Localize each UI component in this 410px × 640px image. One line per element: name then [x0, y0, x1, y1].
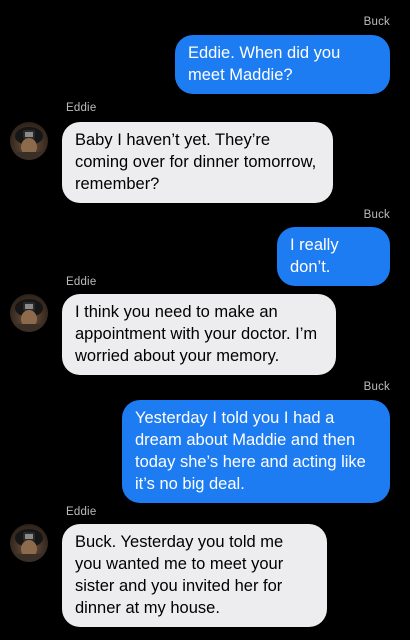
contact-avatar-icon[interactable]: [10, 122, 48, 160]
sender-label-buck: Buck: [363, 16, 390, 28]
message-bubble-incoming[interactable]: Buck. Yesterday you told me you wanted m…: [62, 524, 327, 627]
message-thread: Buck Eddie. When did you meet Maddie? Ed…: [0, 0, 410, 640]
message-bubble-outgoing[interactable]: Eddie. When did you meet Maddie?: [175, 35, 390, 94]
sender-label-eddie: Eddie: [66, 506, 97, 518]
sender-label-eddie: Eddie: [66, 102, 97, 114]
message-bubble-incoming[interactable]: Baby I haven’t yet. They’re coming over …: [62, 122, 333, 203]
message-bubble-outgoing[interactable]: Yesterday I told you I had a dream about…: [122, 400, 390, 503]
contact-avatar-icon[interactable]: [10, 524, 48, 562]
message-bubble-incoming[interactable]: I think you need to make an appointment …: [62, 294, 336, 375]
sender-label-buck: Buck: [363, 381, 390, 393]
message-bubble-outgoing[interactable]: I really don’t.: [277, 227, 390, 286]
sender-label-eddie: Eddie: [66, 276, 97, 288]
contact-avatar-icon[interactable]: [10, 294, 48, 332]
sender-label-buck: Buck: [363, 209, 390, 221]
